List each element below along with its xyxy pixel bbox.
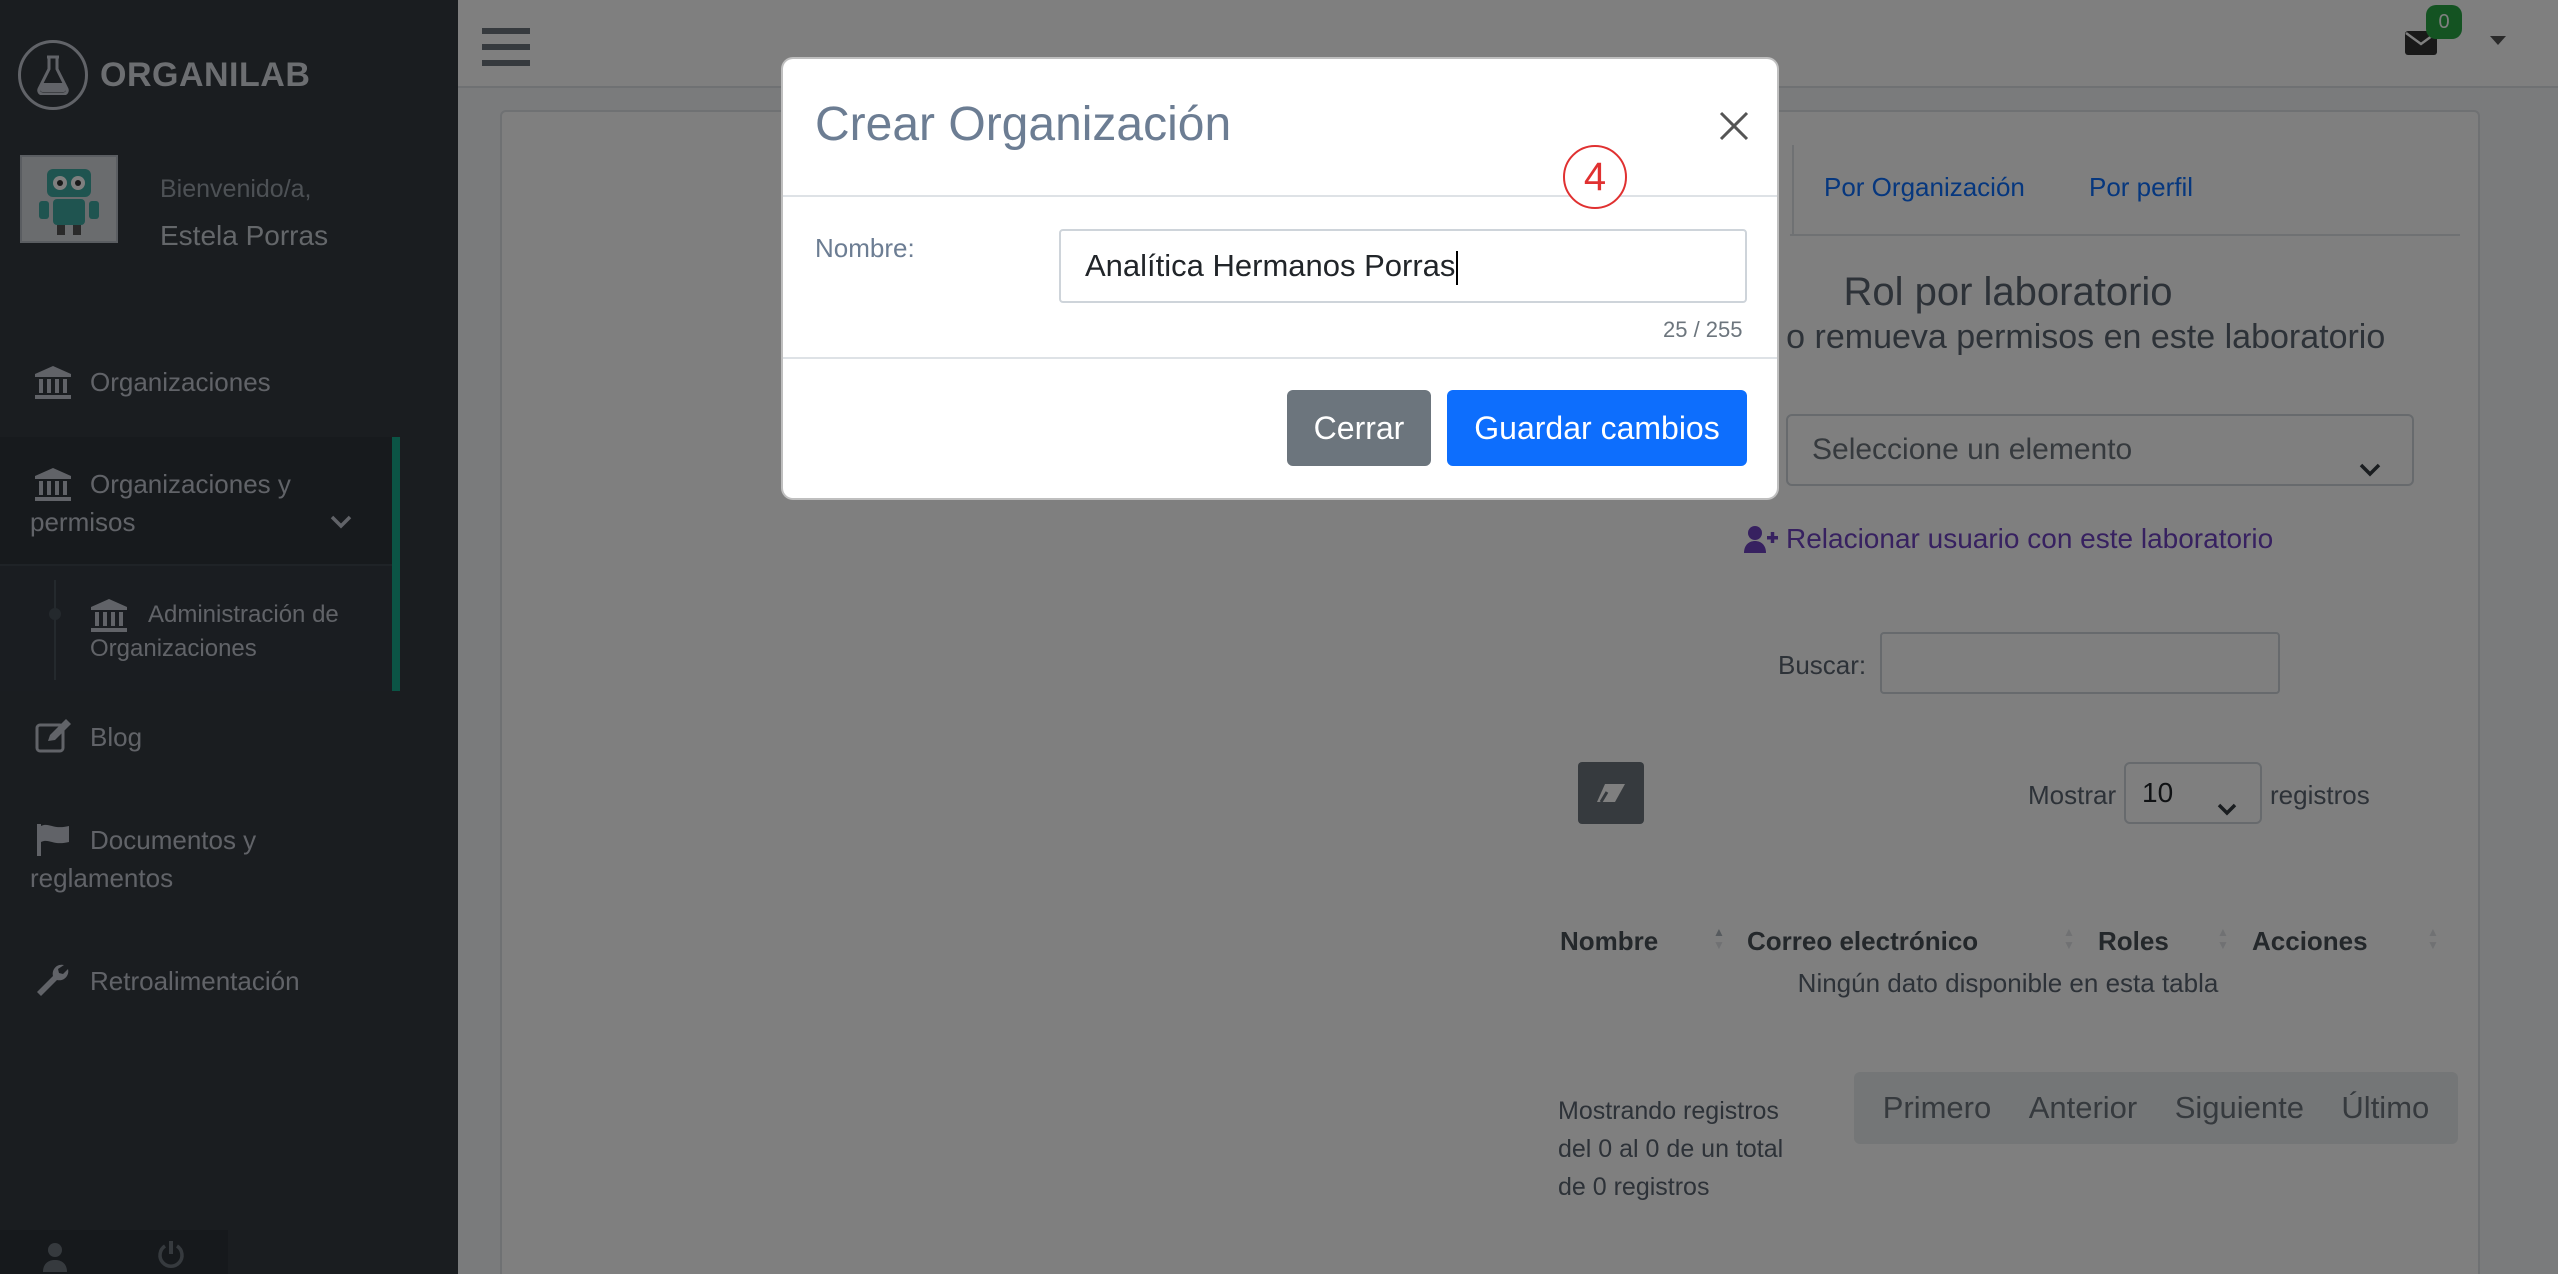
close-button[interactable]: Cerrar (1287, 390, 1431, 466)
step-marker: 4 (1563, 145, 1627, 209)
text-cursor (1456, 250, 1459, 285)
input-value: Analítica Hermanos Porras (1085, 248, 1456, 283)
name-field-label: Nombre: (815, 233, 915, 263)
organization-name-input[interactable]: Analítica Hermanos Porras (1059, 229, 1747, 303)
save-button[interactable]: Guardar cambios (1447, 390, 1747, 466)
modal-footer-divider (783, 357, 1777, 359)
close-icon[interactable] (1713, 105, 1755, 147)
create-organization-modal: Crear Organización 4 Nombre: Analítica H… (781, 57, 1779, 500)
modal-title: Crear Organización (815, 98, 1232, 151)
modal-header-divider (783, 195, 1777, 197)
character-counter: 25 / 255 (1663, 317, 1743, 342)
